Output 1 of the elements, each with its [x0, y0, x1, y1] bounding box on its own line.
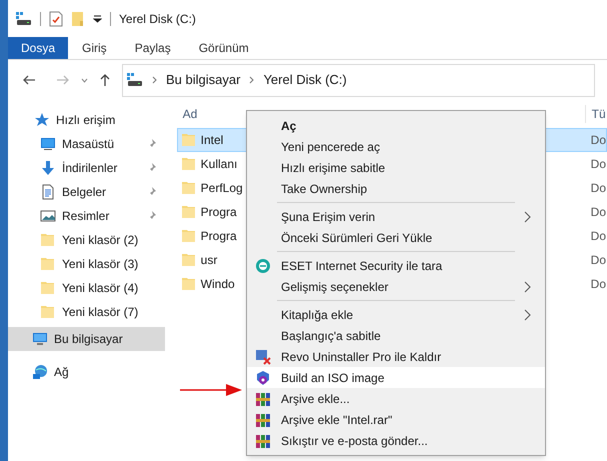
window-title: Yerel Disk (C:) [119, 10, 196, 28]
